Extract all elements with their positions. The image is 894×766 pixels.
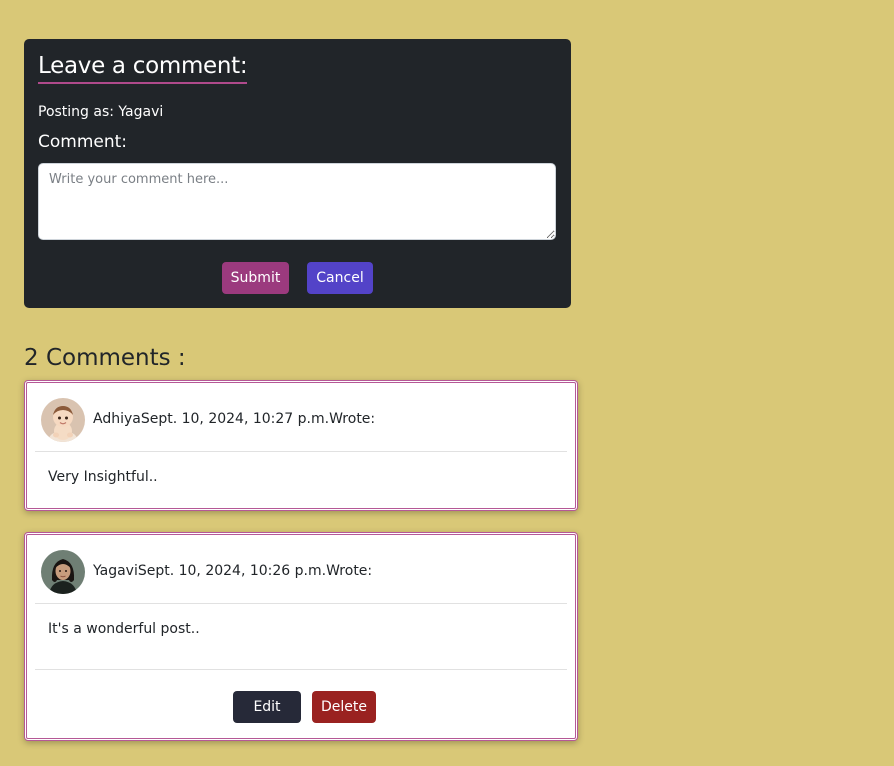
comment-meta: YagaviSept. 10, 2024, 10:26 p.m.Wrote: (93, 563, 373, 579)
comment-label: Comment: (38, 132, 128, 152)
comment-card: AdhiyaSept. 10, 2024, 10:27 p.m.Wrote: V… (24, 380, 578, 511)
comment-header: YagaviSept. 10, 2024, 10:26 p.m.Wrote: (35, 535, 567, 604)
woman-avatar-icon (41, 550, 85, 594)
form-title: Leave a comment: (38, 52, 248, 84)
baby-avatar-icon (41, 398, 85, 442)
comment-card: YagaviSept. 10, 2024, 10:26 p.m.Wrote: I… (24, 532, 578, 741)
comment-form: Leave a comment: Posting as: Yagavi Comm… (24, 39, 571, 308)
comment-footer-divider (35, 669, 567, 670)
delete-button[interactable]: Delete (312, 691, 376, 723)
comment-header: AdhiyaSept. 10, 2024, 10:27 p.m.Wrote: (35, 383, 567, 452)
submit-button[interactable]: Submit (222, 262, 289, 294)
comment-textarea[interactable] (38, 163, 556, 240)
comments-count-heading: 2 Comments : (24, 345, 186, 371)
cancel-button[interactable]: Cancel (307, 262, 373, 294)
posting-as-label: Posting as: Yagavi (38, 104, 164, 120)
comment-meta: AdhiyaSept. 10, 2024, 10:27 p.m.Wrote: (93, 411, 376, 427)
edit-button[interactable]: Edit (233, 691, 301, 723)
comment-body: It's a wonderful post.. (48, 621, 200, 637)
comment-body: Very Insightful.. (48, 469, 158, 485)
